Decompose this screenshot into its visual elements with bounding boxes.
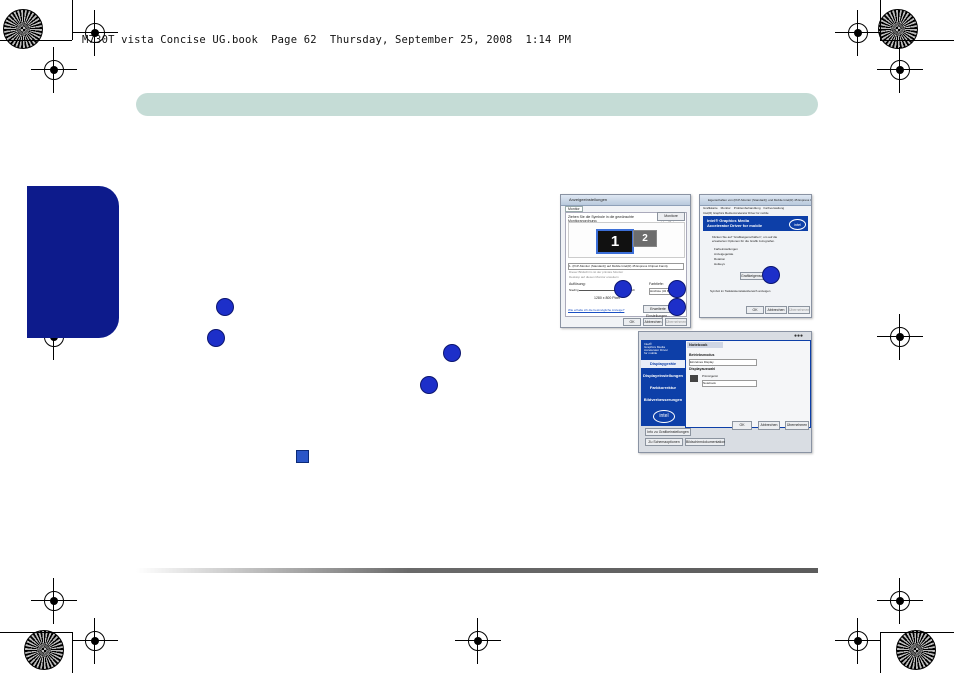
callout-marker [762,266,780,284]
nav-displayeinstellungen[interactable]: Displayeinstellungen [641,373,685,378]
intel-brand-banner: Intel® Graphics Media Accelerator Driver… [703,216,808,231]
resolution-value: 1280 x 800 Pixel [594,296,620,300]
properties-window: Eigenschaften von (PnP-Monitor (Standard… [699,194,812,318]
trim-line [880,632,881,673]
documentation-button[interactable]: Bildschirmdokumentation [685,438,725,446]
primary-label: Primärgerät [702,374,718,378]
intel-logo-icon: intel [653,410,675,423]
chapter-header-band [136,93,818,116]
ok-button[interactable]: OK [623,318,641,326]
feature-list: Farbeinstellungen Anzeigegeräte Rotation… [714,247,738,267]
primary-select[interactable]: Notebook [702,380,757,387]
footer-rule [136,568,818,573]
nav-bildverbesserungen[interactable]: Bildverbesserungen [641,397,685,402]
trim-line [880,632,954,633]
graphics-info-button[interactable]: Info zu Grafikeinstellungen [645,428,691,436]
intel-subtab[interactable]: Intel(R) Graphics Media Accelerator Driv… [703,211,769,215]
brand-line-2: Accelerator Driver for mobile [707,223,763,228]
trim-line [72,632,73,673]
crosshair-mark-icon [835,618,881,664]
crosshair-mark-icon [31,47,77,93]
resolution-label: Auflösung: [569,282,586,286]
window-controls: ●●● [794,333,804,339]
monitor-select[interactable]: 1. (PnP-Monitor (Standard)) auf Mobile I… [568,263,684,270]
crosshair-mark-icon [877,47,923,93]
crosshair-mark-icon [835,10,881,56]
apply-button[interactable]: Übernehmen [785,421,809,430]
crosshair-mark-icon [877,578,923,624]
callout-marker [668,298,686,316]
description-text: Klicken Sie auf "Grafikeigenschaften", u… [712,235,778,243]
crosshair-mark-icon [877,314,923,360]
laptop-icon [690,375,698,382]
intel-control-panel-window: ●●● Intel® Graphics Media Accelerator Dr… [638,331,812,453]
operating-mode-label: Betriebsmodus [689,353,715,357]
crosshair-mark-icon [455,618,501,664]
registration-rosette-icon [878,9,918,49]
scheme-options-button[interactable]: Zu Schemaoptionen [645,438,683,446]
callout-marker [668,280,686,298]
cancel-button[interactable]: Abbrechen [643,318,663,326]
operating-mode-select[interactable]: Einzelnes Display [689,359,757,366]
crosshair-mark-icon [72,10,118,56]
monitor-2-icon[interactable]: 2 [633,230,657,247]
intel-tray-icon [296,450,309,463]
primary-checkbox[interactable]: Dieser Bildschirm ist der primäre Monito… [569,270,623,274]
language-side-tab [27,186,119,338]
extend-checkbox[interactable]: Desktop auf diesen Monitor erweitern [569,275,619,279]
crosshair-mark-icon [31,578,77,624]
cancel-button[interactable]: Abbrechen [765,306,787,314]
step-marker [216,298,234,316]
trim-line [72,0,73,40]
help-link[interactable]: Wie erhalte ich die bestmögliche Anzeige… [568,308,624,312]
intel-sidebar: Intel® Graphics Media Accelerator Driver… [641,340,685,426]
callout-marker [614,280,632,298]
trim-line [880,0,881,40]
ok-button[interactable]: OK [732,421,752,430]
nav-farbkorrektur[interactable]: Farbkorrektur [641,385,685,390]
resolution-low-label: Niedrig [569,288,579,292]
intel-logo-icon: intel [789,219,806,230]
tray-icon-checkbox[interactable]: Symbol im Taskleistenstatusbereich anzei… [710,289,770,293]
trim-line [0,632,72,633]
registration-rosette-icon [24,630,64,670]
step-marker [443,344,461,362]
window-title: Eigenschaften von (PnP-Monitor (Standard… [700,195,811,206]
book-page-header: M730T vista Concise UG.book Page 62 Thur… [82,34,572,46]
registration-rosette-icon [896,630,936,670]
apply-button[interactable]: Übernehmen [788,306,810,314]
ok-button[interactable]: OK [746,306,764,314]
list-item: Hotkeys [714,262,725,266]
crosshair-mark-icon [72,618,118,664]
tab-notebook[interactable]: Notebook [687,342,723,348]
registration-rosette-icon [3,9,43,49]
identify-monitors-button[interactable]: Monitore identifizieren [657,212,685,225]
cancel-button[interactable]: Abbrechen [758,421,780,430]
monitor-1-icon[interactable]: 1 [596,229,634,254]
window-title: Anzeigeeinstellungen [561,195,690,206]
brand-line-4: for mobile [644,351,658,355]
content-panel: Notebook Betriebsmodus Einzelnes Display… [685,340,811,428]
step-marker [420,376,438,394]
nav-displaygeraete[interactable]: Displaygeräte [641,360,685,368]
trim-line [880,40,954,41]
trim-line [0,40,72,41]
apply-button[interactable]: Übernehmen [665,318,687,326]
display-select-label: Displayauswahl [689,367,716,371]
step-marker [207,329,225,347]
colors-label: Farbtiefe: [649,282,664,286]
